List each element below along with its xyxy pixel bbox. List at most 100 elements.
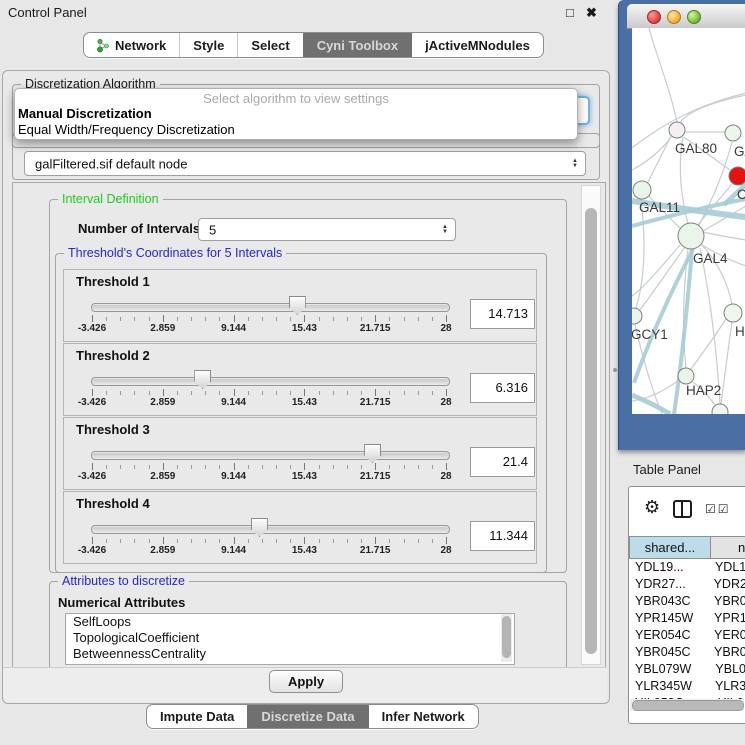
network-edge[interactable] <box>703 232 745 240</box>
checkbox-icons[interactable]: ☑☑ <box>705 502 731 516</box>
slider-thumb[interactable] <box>364 444 381 463</box>
cell-name[interactable]: YBL0 <box>709 661 745 678</box>
cell-shared-name[interactable]: YPR145W <box>630 610 708 627</box>
float-window-icon[interactable]: □ <box>566 5 574 20</box>
num-intervals-label: Number of Intervals <box>78 221 200 236</box>
network-node[interactable] <box>724 304 742 322</box>
slider-tick <box>276 317 277 321</box>
network-edge[interactable] <box>700 248 720 404</box>
cell-name[interactable]: YBR0 <box>708 593 745 610</box>
table-row[interactable]: YBR045CYBR0 <box>630 644 745 661</box>
slider-tick <box>375 315 376 322</box>
close-traffic-light-icon[interactable] <box>647 10 661 24</box>
dropdown-item-manual[interactable]: Manual Discretization <box>18 106 152 121</box>
network-node[interactable] <box>669 122 685 138</box>
table-hscrollbar-thumb[interactable] <box>632 700 744 711</box>
slider-track[interactable] <box>91 377 450 386</box>
tab-impute-data[interactable]: Impute Data <box>147 705 247 728</box>
table-row[interactable]: YER054CYER0 <box>630 627 745 644</box>
apply-button[interactable]: Apply <box>269 670 343 693</box>
tab-infer-network[interactable]: Infer Network <box>368 705 478 728</box>
splitter-handle[interactable] <box>613 368 617 372</box>
list-scrollbar-thumb[interactable] <box>502 616 511 658</box>
numerical-attributes-list[interactable]: SelfLoopsTopologicalCoefficientBetweenne… <box>65 613 515 665</box>
tab-select[interactable]: Select <box>237 33 302 57</box>
attribute-list-item[interactable]: SelfLoops <box>66 614 514 630</box>
dropdown-item-equal-width[interactable]: Equal Width/Frequency Discretization <box>18 122 235 137</box>
network-node[interactable] <box>712 404 728 414</box>
network-edge-thick[interactable] <box>632 395 670 414</box>
network-node[interactable] <box>678 368 694 384</box>
table-data-value: galFiltered.sif default node <box>35 156 187 171</box>
slider-thumb[interactable] <box>251 518 268 537</box>
cell-shared-name[interactable]: YBR043C <box>630 593 708 610</box>
cell-name[interactable]: YLR3 <box>709 678 745 695</box>
cell-shared-name[interactable]: YER054C <box>630 627 708 644</box>
tab-network[interactable]: Network <box>84 33 179 57</box>
table-data-combobox[interactable]: galFiltered.sif default node ▲▼ <box>24 151 586 176</box>
network-node[interactable] <box>725 125 741 141</box>
cell-name[interactable]: YDL1 <box>709 559 745 576</box>
settings-scrollbar-thumb[interactable] <box>585 208 597 654</box>
table-row[interactable]: YDR27...YDR2 <box>630 576 745 593</box>
network-canvas[interactable]: GAL80GACGAL11GAL4GCY1HHAP2 <box>632 28 745 414</box>
network-edge[interactable] <box>680 95 745 122</box>
slider-thumb[interactable] <box>194 370 211 389</box>
network-node-label: GAL4 <box>693 251 728 266</box>
network-window-titlebar[interactable] <box>627 4 745 29</box>
network-node[interactable] <box>633 181 651 199</box>
cell-shared-name[interactable]: YBL079W <box>630 661 709 678</box>
num-intervals-combobox[interactable]: 5 ▲▼ <box>198 218 456 241</box>
column-header-shared[interactable]: shared... <box>629 536 711 559</box>
slider-tick <box>219 539 220 543</box>
settings-scrollbar[interactable] <box>581 185 601 665</box>
cell-shared-name[interactable]: YDL19... <box>630 559 709 576</box>
table-row[interactable]: YLR345WYLR3 <box>630 678 745 695</box>
slider-tick <box>205 391 206 395</box>
gear-icon[interactable]: ⚙ <box>644 497 660 518</box>
network-node[interactable] <box>632 308 642 324</box>
zoom-traffic-light-icon[interactable] <box>687 10 701 24</box>
column-header-name[interactable]: na <box>710 536 745 559</box>
network-edge[interactable] <box>691 319 726 369</box>
slider-track[interactable] <box>91 525 450 534</box>
tab-style[interactable]: Style <box>179 33 237 57</box>
network-node[interactable] <box>729 167 745 185</box>
cell-shared-name[interactable]: YBR045C <box>630 644 708 661</box>
cell-shared-name[interactable]: YLR345W <box>630 678 709 695</box>
slider-tick <box>92 315 93 322</box>
cell-name[interactable]: YPR1 <box>708 610 745 627</box>
close-icon[interactable]: ✖ <box>586 5 597 21</box>
minimize-traffic-light-icon[interactable] <box>667 10 681 24</box>
attribute-list-item[interactable]: TopologicalCoefficient <box>66 630 514 646</box>
slider-track[interactable] <box>91 451 450 460</box>
network-edge[interactable] <box>649 28 677 122</box>
network-edge[interactable] <box>647 136 671 184</box>
cell-name[interactable]: YER0 <box>708 627 745 644</box>
network-edge[interactable] <box>721 322 732 404</box>
slider-tick <box>191 539 192 543</box>
table-row[interactable]: YBR043CYBR0 <box>630 593 745 610</box>
columns-icon[interactable] <box>673 500 692 518</box>
tab-jactivemnodules[interactable]: jActiveMNodules <box>411 33 543 57</box>
slider-track[interactable] <box>91 303 450 312</box>
attribute-list-item[interactable]: BetweennessCentrality <box>66 646 514 662</box>
list-scrollbar[interactable] <box>501 614 512 662</box>
threshold-1-panel: Threshold 1 -3.4262.8599.14415.4321.7152… <box>63 269 537 342</box>
table-row[interactable]: YDL19...YDL1 <box>630 559 745 576</box>
table-row[interactable]: YBL079WYBL0 <box>630 661 745 678</box>
threshold-value-field[interactable]: 11.344 <box>470 521 535 551</box>
tab-discretize-data[interactable]: Discretize Data <box>247 705 367 728</box>
network-edge[interactable] <box>632 137 671 170</box>
dropdown-placeholder: Select algorithm to view settings <box>15 91 577 106</box>
threshold-value-field[interactable]: 14.713 <box>470 299 535 329</box>
cell-name[interactable]: YBR0 <box>708 644 745 661</box>
cell-name[interactable]: YDR2 <box>708 576 745 593</box>
tab-cyni-toolbox[interactable]: Cyni Toolbox <box>303 33 411 57</box>
network-node[interactable] <box>678 223 704 249</box>
cell-shared-name[interactable]: YDR27... <box>630 576 708 593</box>
slider-thumb[interactable] <box>289 296 306 315</box>
threshold-value-field[interactable]: 6.316 <box>470 373 535 403</box>
table-row[interactable]: YPR145WYPR1 <box>630 610 745 627</box>
threshold-value-field[interactable]: 21.4 <box>470 447 535 477</box>
